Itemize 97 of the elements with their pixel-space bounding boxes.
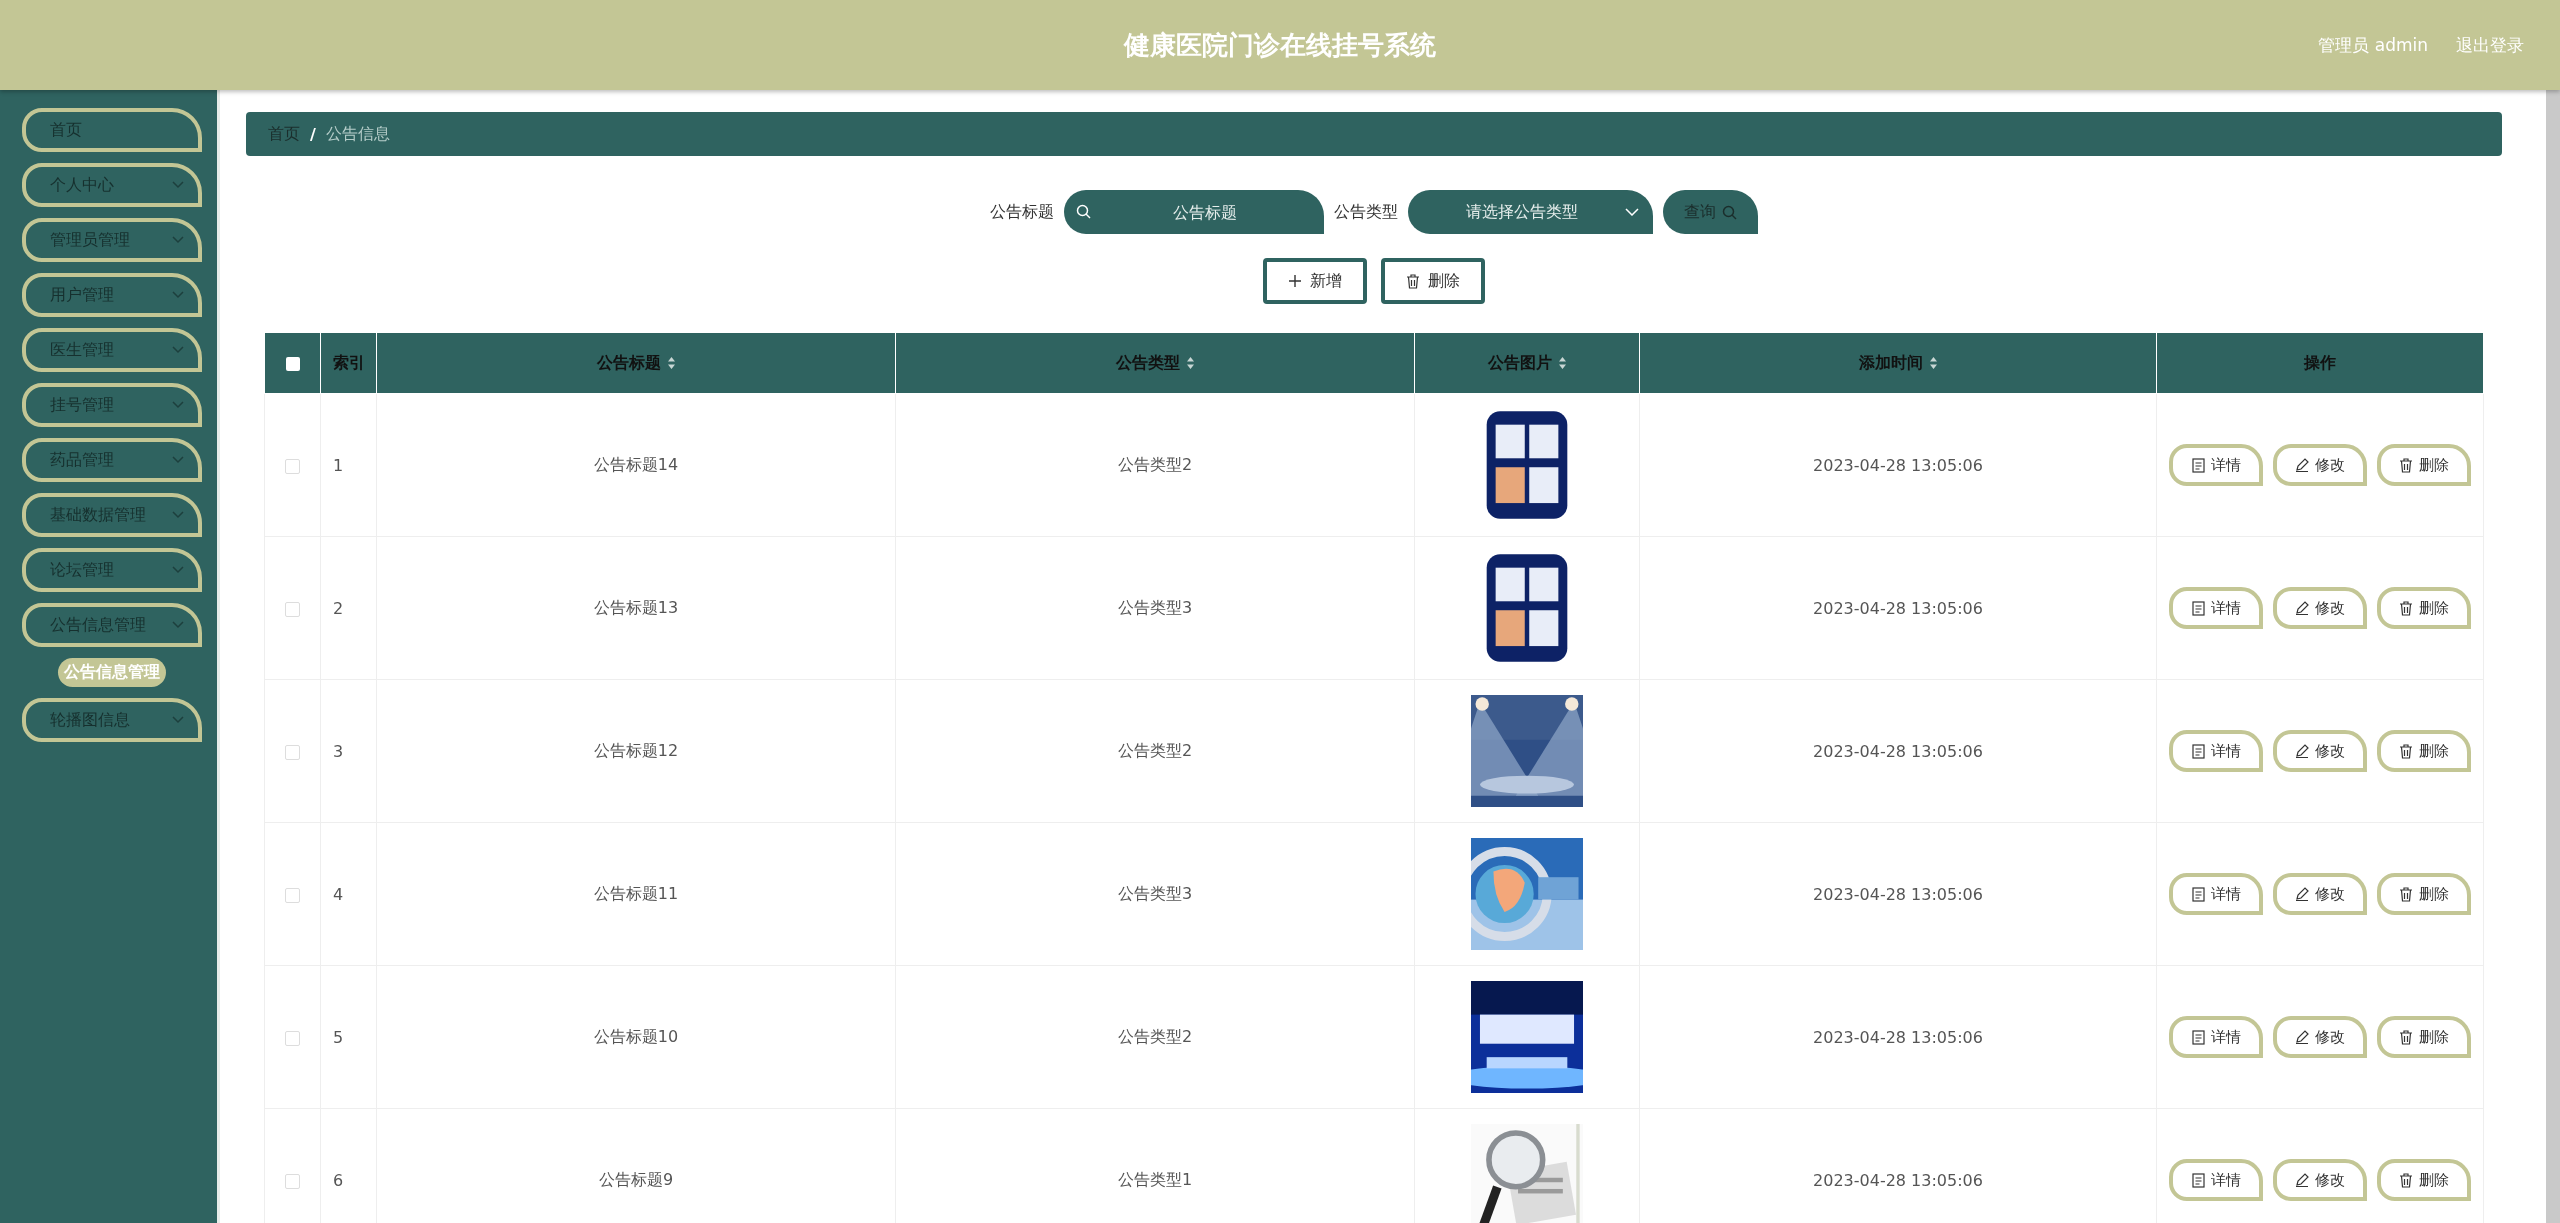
sort-icon	[1185, 356, 1195, 370]
document-icon	[2191, 1029, 2205, 1045]
document-icon	[2191, 457, 2205, 473]
trash-icon	[2399, 743, 2413, 759]
pencil-icon	[2295, 744, 2309, 758]
select-all-checkbox[interactable]	[285, 357, 300, 371]
app-title: 健康医院门诊在线挂号系统	[1124, 28, 1436, 62]
chevron-down-icon	[172, 716, 184, 724]
row-checkbox[interactable]	[285, 887, 300, 903]
row-checkbox[interactable]	[285, 1173, 300, 1189]
edit-button[interactable]: 修改	[2273, 730, 2367, 772]
row-checkbox[interactable]	[285, 601, 300, 617]
detail-button[interactable]: 详情	[2169, 1159, 2263, 1201]
sort-icon	[666, 356, 676, 370]
table-cell: 公告类型3	[1117, 597, 1193, 617]
chevron-down-icon	[172, 181, 184, 189]
table-cell: 公告类型2	[1117, 740, 1193, 760]
breadcrumb-item: 公告信息	[325, 123, 390, 145]
table-cell: 公告标题14	[593, 454, 679, 474]
pencil-icon	[2295, 887, 2309, 901]
add-button[interactable]: 新增	[1263, 258, 1367, 304]
table-cell: 2023-04-28 13:05:06	[1813, 455, 1983, 475]
plus-icon	[1288, 274, 1302, 288]
column-header: 操作	[2304, 352, 2336, 374]
detail-button[interactable]: 详情	[2169, 873, 2263, 915]
sort-icon	[1557, 356, 1567, 370]
edit-button[interactable]: 修改	[2273, 1159, 2367, 1201]
table-cell: 2023-04-28 13:05:06	[1813, 884, 1983, 904]
pencil-icon	[2295, 1173, 2309, 1187]
delete-button[interactable]: 删除	[2377, 587, 2471, 629]
edit-button[interactable]: 修改	[2273, 1016, 2367, 1058]
search-field[interactable]: 公告标题	[1064, 190, 1324, 234]
field-label: 公告标题	[990, 201, 1054, 223]
chevron-down-icon	[172, 346, 184, 354]
row-checkbox[interactable]	[285, 744, 300, 760]
table-cell: 1	[333, 455, 344, 475]
table-cell: 2023-04-28 13:05:06	[1813, 741, 1983, 761]
search-icon	[1722, 204, 1737, 220]
pencil-icon	[2295, 1030, 2309, 1044]
row-checkbox[interactable]	[285, 458, 300, 474]
pencil-icon	[2295, 601, 2309, 615]
detail-button[interactable]: 详情	[2169, 444, 2263, 486]
sort-icon	[1928, 356, 1938, 370]
pencil-icon	[2295, 458, 2309, 472]
table-cell: 4	[333, 884, 344, 904]
document-icon	[2191, 886, 2205, 902]
chevron-down-icon	[172, 401, 184, 409]
admin-user-label: 管理员 admin	[2318, 33, 2428, 57]
table-cell: 6	[333, 1170, 344, 1190]
table-cell: 3	[333, 741, 344, 761]
trash-icon	[2399, 1029, 2413, 1045]
table-cell: 公告标题12	[593, 740, 679, 760]
edit-button[interactable]: 修改	[2273, 587, 2367, 629]
delete-button[interactable]: 删除	[2377, 1159, 2471, 1201]
trash-icon	[1406, 273, 1420, 289]
table-cell: 2023-04-28 13:05:06	[1813, 1170, 1983, 1190]
table-cell: 公告类型2	[1117, 454, 1193, 474]
table-cell: 公告类型3	[1117, 883, 1193, 903]
row-checkbox[interactable]	[285, 1030, 300, 1046]
detail-button[interactable]: 详情	[2169, 587, 2263, 629]
table-cell: 2023-04-28 13:05:06	[1813, 1027, 1983, 1047]
table-cell: 2023-04-28 13:05:06	[1813, 598, 1983, 618]
chevron-down-icon	[1625, 208, 1639, 216]
table-cell: 公告标题10	[593, 1026, 679, 1046]
delete-button[interactable]: 删除	[2377, 873, 2471, 915]
trash-icon	[2399, 600, 2413, 616]
table-cell: 公告标题9	[598, 1169, 674, 1189]
column-header: 索引	[332, 352, 365, 374]
chevron-down-icon	[172, 621, 184, 629]
delete-button[interactable]: 删除	[2377, 444, 2471, 486]
breadcrumb-separator: /	[310, 124, 316, 144]
type-select[interactable]: 请选择公告类型	[1408, 190, 1653, 234]
trash-icon	[2399, 886, 2413, 902]
table-cell: 公告类型2	[1117, 1026, 1193, 1046]
chevron-down-icon	[172, 566, 184, 574]
trash-icon	[2399, 1172, 2413, 1188]
delete-button[interactable]: 删除	[1381, 258, 1485, 304]
table-cell: 公告类型1	[1117, 1169, 1193, 1189]
delete-button[interactable]: 删除	[2377, 730, 2471, 772]
field-label: 公告类型	[1334, 201, 1398, 223]
document-icon	[2191, 600, 2205, 616]
detail-button[interactable]: 详情	[2169, 730, 2263, 772]
document-icon	[2191, 743, 2205, 759]
document-icon	[2191, 1172, 2205, 1188]
table-cell: 公告标题13	[593, 597, 679, 617]
chevron-down-icon	[172, 456, 184, 464]
table-cell: 5	[333, 1027, 344, 1047]
chevron-down-icon	[172, 511, 184, 519]
chevron-down-icon	[172, 291, 184, 299]
chevron-down-icon	[172, 236, 184, 244]
detail-button[interactable]: 详情	[2169, 1016, 2263, 1058]
table-cell: 公告标题11	[593, 883, 679, 903]
edit-button[interactable]: 修改	[2273, 873, 2367, 915]
trash-icon	[2399, 457, 2413, 473]
edit-button[interactable]: 修改	[2273, 444, 2367, 486]
delete-button[interactable]: 删除	[2377, 1016, 2471, 1058]
table-cell: 2	[333, 598, 344, 618]
